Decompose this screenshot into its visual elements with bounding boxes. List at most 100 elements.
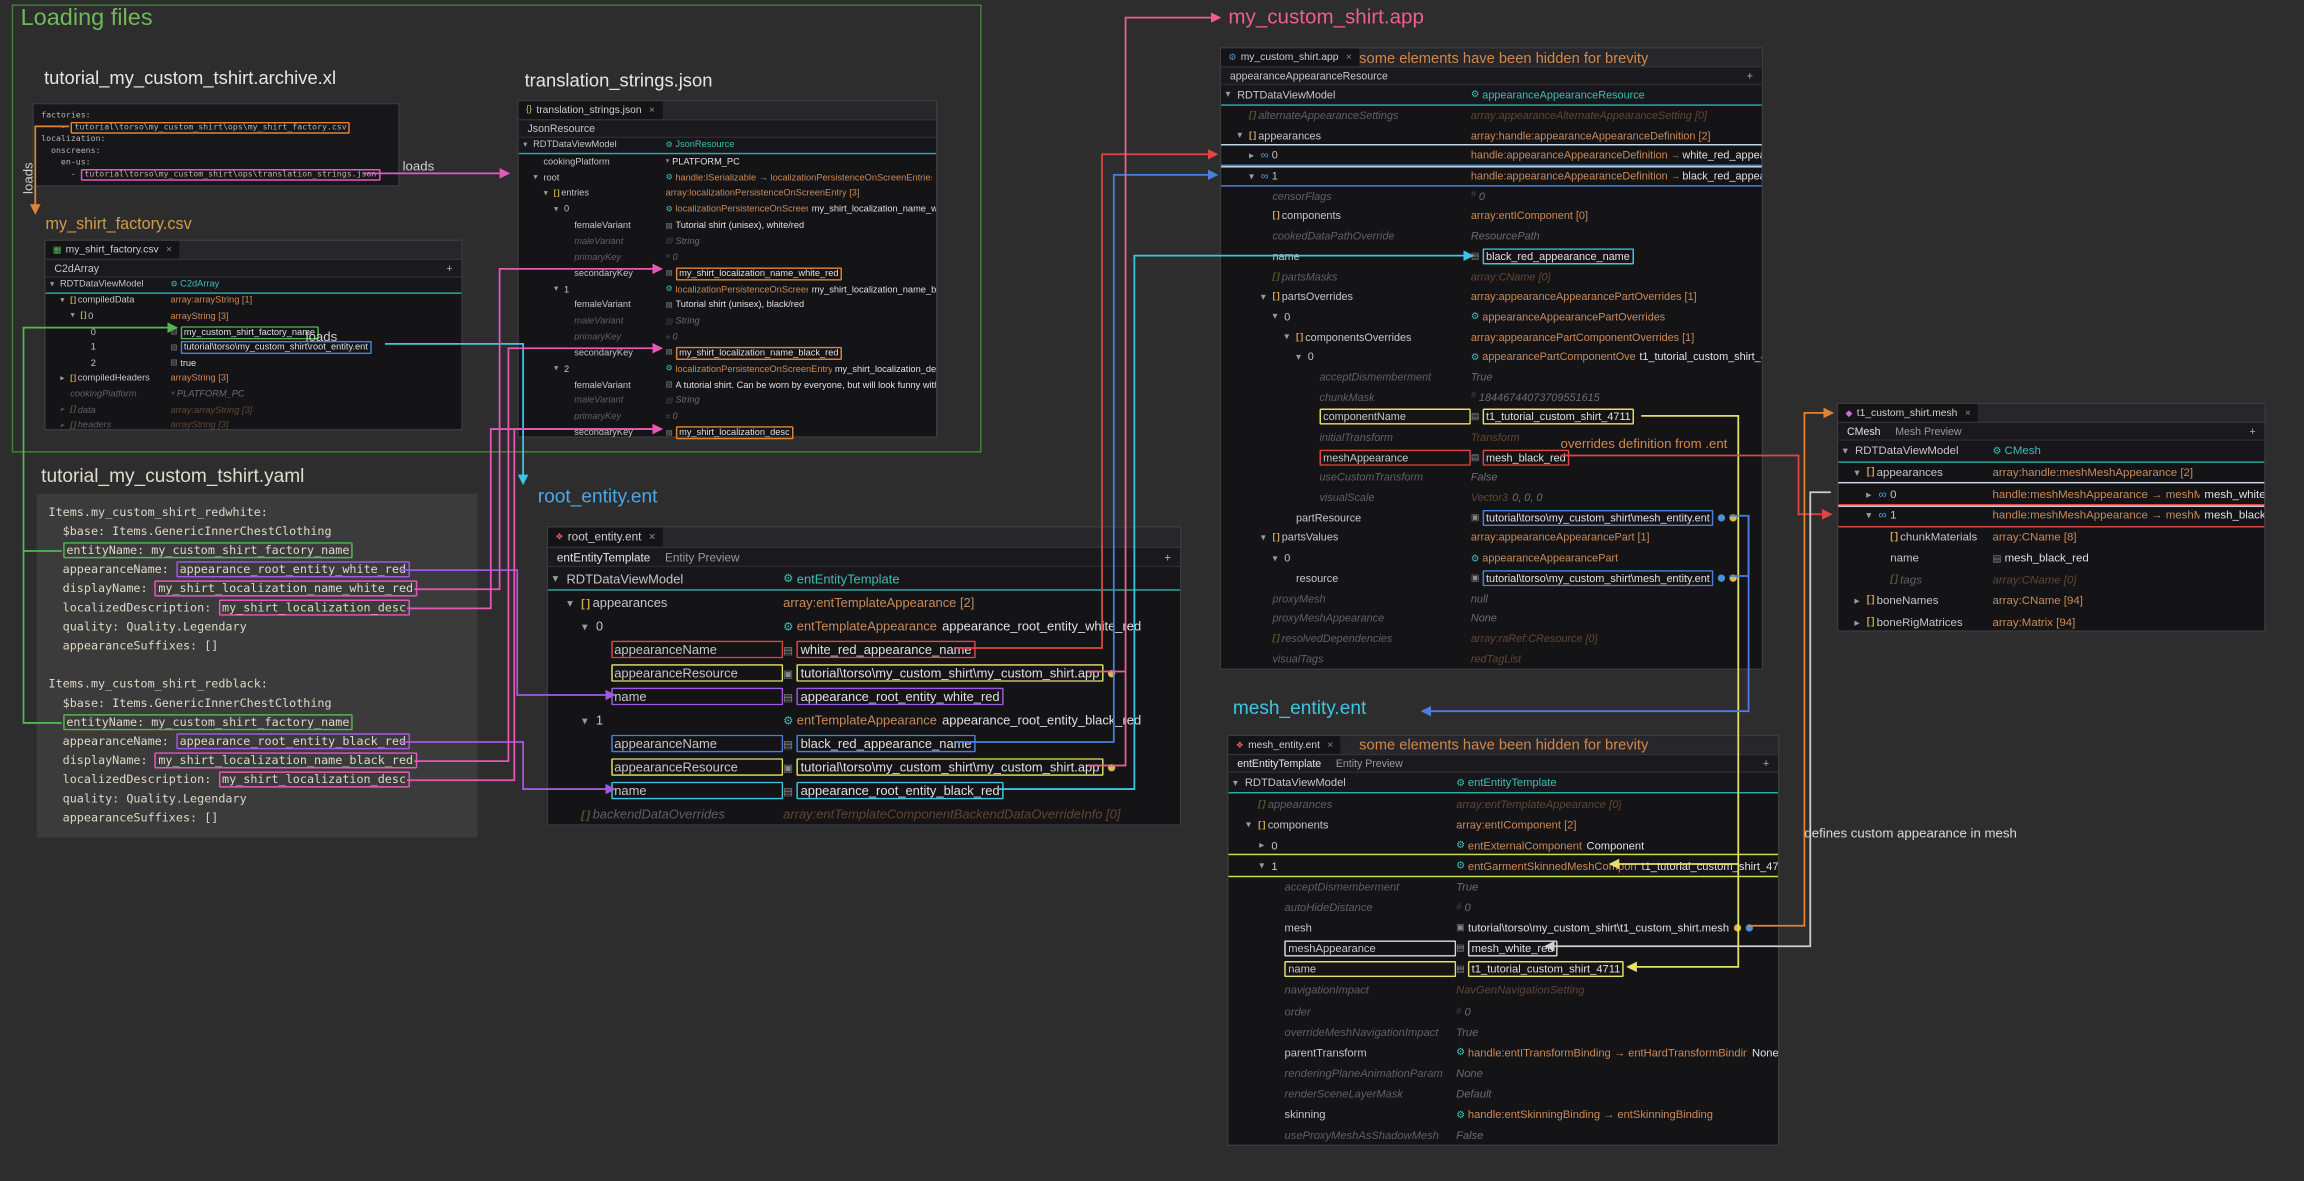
tree-row-RDTDataViewModel[interactable]: ▾RDTDataViewModel⚙appearanceAppearanceRe… bbox=[1221, 85, 1762, 105]
expander-icon[interactable]: ▾ bbox=[1233, 777, 1245, 789]
tree-row-appearances[interactable]: [ ]appearancesarray:entTemplateAppearanc… bbox=[1228, 794, 1778, 815]
expander-icon[interactable]: ▾ bbox=[1237, 130, 1249, 142]
resource-action-icon[interactable] bbox=[1718, 574, 1725, 581]
tree-row-order[interactable]: order#0 bbox=[1228, 1001, 1778, 1022]
tab-app[interactable]: ⚙ my_custom_shirt.app × bbox=[1221, 48, 1359, 66]
tree-row-data[interactable]: ▸[ ]dataarray:arrayString [3] bbox=[46, 402, 462, 418]
tree-row-1[interactable]: ▾∞1handle:meshMeshAppearance → meshMeshA… bbox=[1838, 505, 2264, 526]
tree-row-chunkMaterials[interactable]: [ ]chunkMaterialsarray:CName [8] bbox=[1838, 526, 2264, 547]
tree-row-1[interactable]: 1▤tutorial\torso\my_custom_shirt\root_en… bbox=[46, 340, 462, 356]
tree-row-cookedDataPathOverride[interactable]: cookedDataPathOverrideResourcePath bbox=[1221, 226, 1762, 246]
tree-row-partsMasks[interactable]: [ ]partsMasksarray:CName [0] bbox=[1221, 266, 1762, 286]
tree-row-componentName[interactable]: componentName▤t1_tutorial_custom_shirt_4… bbox=[1221, 407, 1762, 427]
tree-row-0[interactable]: ▾0⚙appearanceAppearancePartOverrides bbox=[1221, 306, 1762, 326]
expander-icon[interactable]: ▸ bbox=[1854, 594, 1866, 607]
tree-row-femaleVariant[interactable]: femaleVariant▤Tutorial shirt (unisex), w… bbox=[519, 218, 936, 234]
tree-row-0[interactable]: ▸∞0handle:meshMeshAppearance → meshMeshA… bbox=[1838, 483, 2264, 504]
add-icon[interactable]: + bbox=[1747, 69, 1753, 82]
tree-row-0[interactable]: ▾[ ]0arrayString [3] bbox=[46, 309, 462, 325]
tree-row-partResource[interactable]: partResource▣tutorial\torso\my_custom_sh… bbox=[1221, 508, 1762, 528]
tree-row-acceptDismemberment[interactable]: acceptDismembermentTrue bbox=[1228, 876, 1778, 897]
tree-row-mesh[interactable]: mesh▣tutorial\torso\my_custom_shirt\t1_c… bbox=[1228, 918, 1778, 939]
tree-row-RDTDataViewModel[interactable]: ▾RDTDataViewModel⚙JsonResource bbox=[519, 138, 936, 154]
tree-row-autoHideDistance[interactable]: autoHideDistance#0 bbox=[1228, 897, 1778, 918]
resource-action-icon[interactable] bbox=[1734, 925, 1741, 932]
tree-row-secondaryKey[interactable]: secondaryKey▤my_shirt_localization_desc bbox=[519, 425, 936, 441]
expander-icon[interactable]: ▸ bbox=[1866, 487, 1878, 500]
resource-action-icon[interactable] bbox=[1108, 763, 1115, 770]
view-tab-entity-preview[interactable]: Entity Preview bbox=[665, 550, 739, 563]
expander-icon[interactable]: ▾ bbox=[1225, 89, 1237, 101]
expander-icon[interactable]: ▾ bbox=[1259, 860, 1271, 872]
tree-row-2[interactable]: ▾2⚙localizationPersistenceOnScreenEntry … bbox=[519, 361, 936, 377]
tree-row-name[interactable]: name▤mesh_black_red bbox=[1838, 547, 2264, 568]
view-tab-cmesh[interactable]: CMesh bbox=[1847, 425, 1880, 438]
tree-row-parentTransform[interactable]: parentTransform⚙handle:entITransformBind… bbox=[1228, 1042, 1778, 1063]
expander-icon[interactable]: ▸ bbox=[60, 421, 70, 430]
resource-action-icon[interactable] bbox=[1108, 669, 1115, 676]
add-view-icon[interactable]: + bbox=[1763, 757, 1769, 770]
tree-row-proxyMesh[interactable]: proxyMeshnull bbox=[1221, 588, 1762, 608]
expander-icon[interactable]: ▸ bbox=[60, 406, 70, 415]
tree-row-appearanceName[interactable]: appearanceName▤black_red_appearance_name bbox=[548, 732, 1180, 756]
resource-action-icon[interactable] bbox=[1730, 514, 1737, 521]
tree-row-primaryKey[interactable]: primaryKey#0 bbox=[519, 409, 936, 425]
tree-row-partsValues[interactable]: ▾[ ]partsValuesarray:appearanceAppearanc… bbox=[1221, 528, 1762, 548]
tree-row-name[interactable]: name▤t1_tutorial_custom_shirt_4711 bbox=[1228, 959, 1778, 980]
tree-row-componentsOverrides[interactable]: ▾[ ]componentsOverridesarray:appearanceP… bbox=[1221, 327, 1762, 347]
expander-icon[interactable]: ▾ bbox=[71, 312, 81, 321]
tree-row-0[interactable]: ▾0⚙localizationPersistenceOnScreenEntry … bbox=[519, 202, 936, 218]
tree-row-chunkMask[interactable]: chunkMask#18446744073709551615 bbox=[1221, 387, 1762, 407]
tree-row-overrideMeshNavigationImpact[interactable]: overrideMeshNavigationImpactTrue bbox=[1228, 1021, 1778, 1042]
tree-row-resolvedDependencies[interactable]: [ ]resolvedDependenciesarray:raRef:CReso… bbox=[1221, 628, 1762, 648]
tree-row-1[interactable]: ▾∞1handle:appearanceAppearanceDefinition… bbox=[1221, 166, 1762, 186]
expander-icon[interactable]: ▸ bbox=[1854, 615, 1866, 628]
tree-row-censorFlags[interactable]: censorFlags#0 bbox=[1221, 186, 1762, 206]
tree-row-proxyMeshAppearance[interactable]: proxyMeshAppearanceNone bbox=[1221, 608, 1762, 628]
view-tab-ententitytemplate[interactable]: entEntityTemplate bbox=[557, 550, 650, 563]
tree-row-resource[interactable]: resource▣tutorial\torso\my_custom_shirt\… bbox=[1221, 568, 1762, 588]
tree-row-1[interactable]: ▾1⚙entTemplateAppearanceappearance_root_… bbox=[548, 708, 1180, 732]
tree-row-boneNames[interactable]: ▸[ ]boneNamesarray:CName [94] bbox=[1838, 590, 2264, 611]
tree-row-visualScale[interactable]: visualScaleVector30, 0, 0 bbox=[1221, 487, 1762, 507]
tree-row-boneRigMatrices[interactable]: ▸[ ]boneRigMatricesarray:Matrix [94] bbox=[1838, 611, 2264, 632]
expander-icon[interactable]: ▾ bbox=[552, 572, 566, 585]
expander-icon[interactable]: ▸ bbox=[60, 374, 70, 383]
expander-icon[interactable]: ▾ bbox=[1261, 532, 1273, 544]
tree-row-appearances[interactable]: ▾[ ]appearancesarray:handle:meshMeshAppe… bbox=[1838, 462, 2264, 483]
expander-icon[interactable]: ▾ bbox=[1246, 819, 1258, 831]
expander-icon[interactable]: ▾ bbox=[582, 619, 596, 632]
close-tab-icon[interactable]: × bbox=[1327, 740, 1333, 750]
expander-icon[interactable]: ▾ bbox=[60, 297, 70, 306]
tree-row-compiledHeaders[interactable]: ▸[ ]compiledHeadersarrayString [3] bbox=[46, 371, 462, 387]
tree-row-0[interactable]: ▾0⚙appearanceAppearancePart bbox=[1221, 548, 1762, 568]
tab-factory-csv[interactable]: ▦ my_shirt_factory.csv × bbox=[46, 241, 180, 259]
tab-mesh-entity[interactable]: ❖ mesh_entity.ent × bbox=[1228, 736, 1340, 754]
tree-row-backendDataOverrides[interactable]: [ ]backendDataOverridesarray:entTemplate… bbox=[548, 802, 1180, 826]
expander-icon[interactable]: ▾ bbox=[554, 205, 564, 214]
resource-action-icon[interactable] bbox=[1730, 574, 1737, 581]
tree-row-maleVariant[interactable]: maleVariant▤String bbox=[519, 393, 936, 409]
tree-row-alternateAppearanceSettings[interactable]: [ ]alternateAppearanceSettingsarray:appe… bbox=[1221, 105, 1762, 125]
tree-row-components[interactable]: ▾[ ]componentsarray:entIComponent [2] bbox=[1228, 814, 1778, 835]
tree-row-maleVariant[interactable]: maleVariant▤String bbox=[519, 234, 936, 250]
expander-icon[interactable]: ▾ bbox=[1296, 351, 1308, 363]
tree-row-root[interactable]: ▾root⚙handle:ISerializable → localizatio… bbox=[519, 170, 936, 186]
tree-row-appearances[interactable]: ▾[ ]appearancesarray:handle:appearanceAp… bbox=[1221, 125, 1762, 145]
tree-row-name[interactable]: name▤appearance_root_entity_white_red bbox=[548, 685, 1180, 709]
tree-row-tags[interactable]: [ ]tagsarray:CName [0] bbox=[1838, 569, 2264, 590]
view-tab-ententitytemplate[interactable]: entEntityTemplate bbox=[1237, 757, 1321, 770]
expander-icon[interactable]: ▾ bbox=[1249, 170, 1261, 182]
tree-row-RDTDataViewModel[interactable]: ▾RDTDataViewModel⚙CMesh bbox=[1838, 441, 2264, 462]
tree-row-0[interactable]: 0▤my_custom_shirt_factory_name bbox=[46, 324, 462, 340]
tree-row-appearanceName[interactable]: appearanceName▤white_red_appearance_name bbox=[548, 638, 1180, 662]
expander-icon[interactable]: ▾ bbox=[1272, 311, 1284, 323]
expander-icon[interactable]: ▾ bbox=[50, 280, 60, 289]
tree-row-RDTDataViewModel[interactable]: ▾RDTDataViewModel⚙C2dArray bbox=[46, 278, 462, 294]
expander-icon[interactable]: ▾ bbox=[523, 141, 533, 150]
tree-row-name[interactable]: name▤black_red_appearance_name bbox=[1221, 246, 1762, 266]
tree-row-renderingPlaneAnimationParam[interactable]: renderingPlaneAnimationParamNone bbox=[1228, 1063, 1778, 1084]
tree-row-acceptDismemberment[interactable]: acceptDismembermentTrue bbox=[1221, 367, 1762, 387]
close-tab-icon[interactable]: × bbox=[166, 245, 172, 255]
tree-row-femaleVariant[interactable]: femaleVariant▤A tutorial shirt. Can be w… bbox=[519, 377, 936, 393]
